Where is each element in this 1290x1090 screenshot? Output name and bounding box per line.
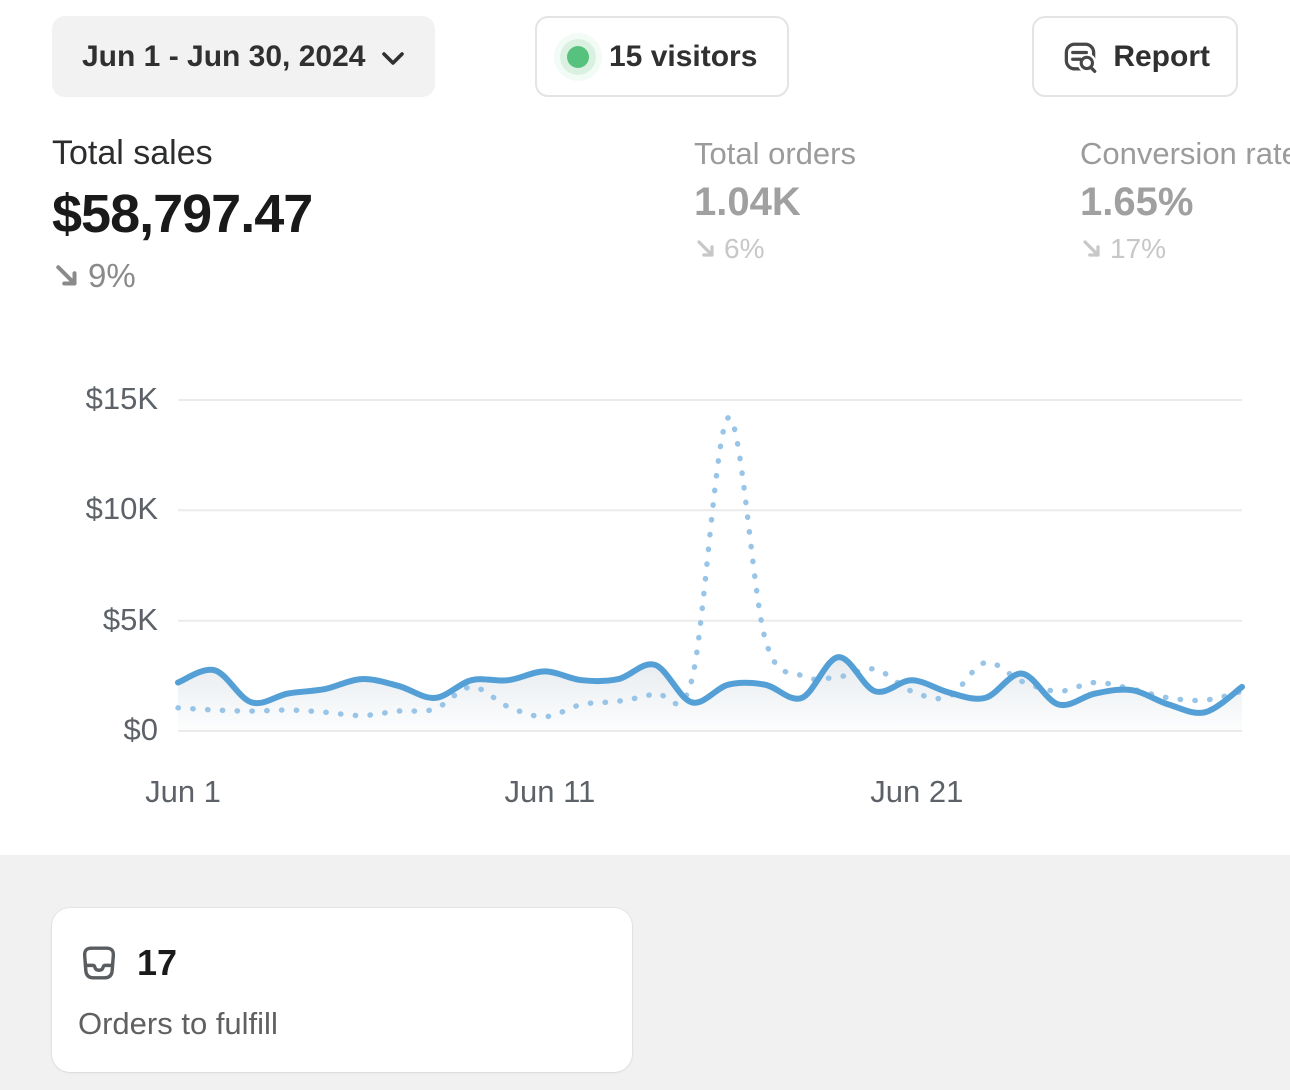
x-tick-label: Jun 1 bbox=[83, 774, 283, 810]
total-sales-delta-value: 9% bbox=[88, 257, 136, 295]
report-icon bbox=[1060, 37, 1100, 77]
y-tick-label: $10K bbox=[30, 491, 158, 527]
tab-total-sales[interactable]: Total sales $58,797.47 9% bbox=[52, 134, 312, 295]
y-tick-label: $5K bbox=[30, 602, 158, 638]
arrow-down-right-icon bbox=[1080, 237, 1104, 261]
analytics-dashboard: Jun 1 - Jun 30, 2024 15 visitors Report … bbox=[0, 0, 1290, 1090]
conversion-rate-label: Conversion rate bbox=[1080, 136, 1290, 172]
total-sales-delta: 9% bbox=[52, 257, 312, 295]
total-sales-line-chart bbox=[0, 370, 1290, 830]
tab-conversion-rate[interactable]: Conversion rate 1.65% 17% bbox=[1080, 136, 1290, 265]
live-visitors-button[interactable]: 15 visitors bbox=[535, 16, 789, 97]
date-range-picker[interactable]: Jun 1 - Jun 30, 2024 bbox=[52, 16, 435, 97]
conversion-rate-value: 1.65% bbox=[1080, 180, 1290, 225]
orders-card-label: Orders to fulfill bbox=[78, 1006, 278, 1042]
x-tick-label: Jun 11 bbox=[450, 774, 650, 810]
chevron-down-icon bbox=[381, 51, 405, 67]
bottom-section: 17 Orders to fulfill bbox=[0, 855, 1290, 1090]
report-label: Report bbox=[1113, 40, 1210, 74]
orders-to-fulfill-card[interactable]: 17 Orders to fulfill bbox=[52, 908, 632, 1072]
total-sales-label: Total sales bbox=[52, 134, 312, 173]
orders-inbox-icon bbox=[78, 942, 120, 984]
y-tick-label: $0 bbox=[30, 712, 158, 748]
total-orders-delta-value: 6% bbox=[724, 233, 764, 265]
comparison-period-line bbox=[178, 418, 1242, 717]
live-indicator-icon bbox=[567, 46, 589, 68]
live-visitors-label: 15 visitors bbox=[609, 40, 757, 74]
report-button[interactable]: Report bbox=[1032, 16, 1238, 97]
total-orders-value: 1.04K bbox=[694, 180, 856, 225]
orders-count: 17 bbox=[137, 942, 177, 984]
conversion-rate-delta-value: 17% bbox=[1110, 233, 1166, 265]
tab-total-orders[interactable]: Total orders 1.04K 6% bbox=[694, 136, 856, 265]
arrow-down-right-icon bbox=[52, 261, 82, 291]
y-tick-label: $15K bbox=[30, 381, 158, 417]
total-orders-delta: 6% bbox=[694, 233, 856, 265]
date-range-label: Jun 1 - Jun 30, 2024 bbox=[82, 40, 365, 74]
total-orders-label: Total orders bbox=[694, 136, 856, 172]
x-tick-label: Jun 21 bbox=[817, 774, 1017, 810]
total-sales-value: $58,797.47 bbox=[52, 183, 312, 245]
conversion-rate-delta: 17% bbox=[1080, 233, 1290, 265]
arrow-down-right-icon bbox=[694, 237, 718, 261]
